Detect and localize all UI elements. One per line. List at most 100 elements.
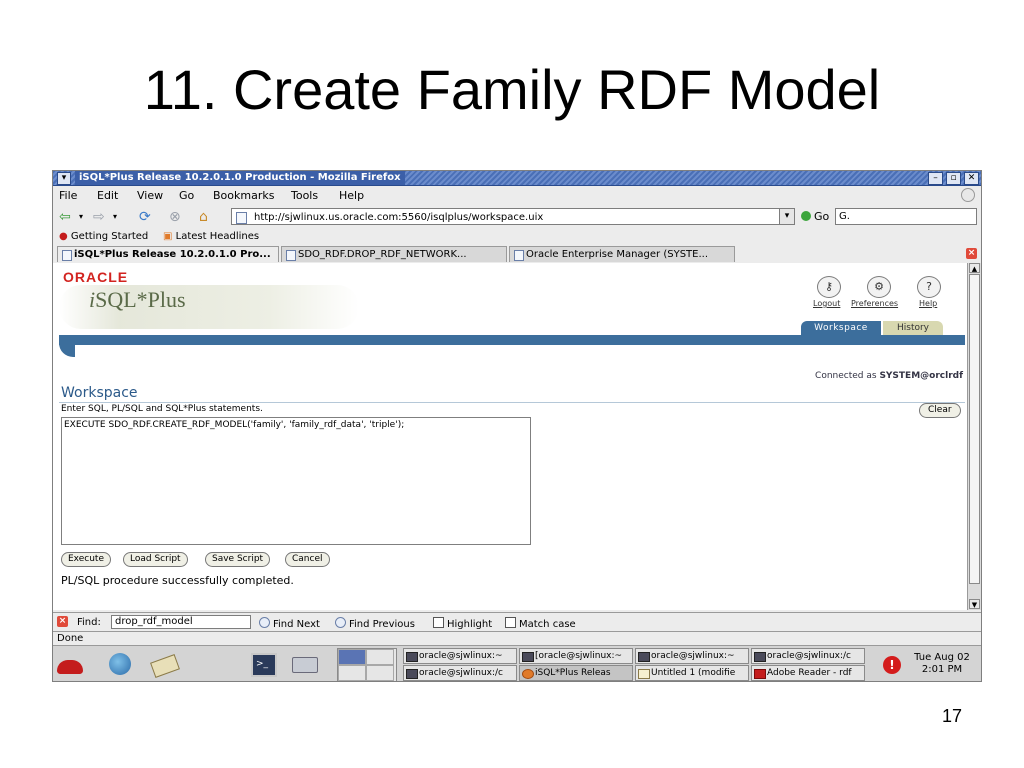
close-icon[interactable]: ✕ [964,172,979,185]
connected-prefix: Connected as [815,371,880,381]
task-terminal-1[interactable]: oracle@sjwlinux:~ [403,648,517,664]
task-terminal-2[interactable]: [oracle@sjwlinux:~ [519,648,633,664]
find-next-button[interactable]: Find Next [259,617,320,630]
preferences-link[interactable]: Preferences [851,299,898,308]
bookmark-getting-started[interactable]: ● Getting Started [59,231,148,242]
scroll-down-icon[interactable]: ▼ [969,599,980,609]
terminal-icon [754,652,766,662]
find-input[interactable]: drop_rdf_model [111,615,251,629]
task-label: Adobe Reader - rdf [767,668,852,678]
match-case-label: Match case [519,619,576,630]
throbber-icon [961,188,975,202]
help-icon[interactable]: ? [917,276,941,298]
page-icon [514,250,524,261]
close-tab-icon[interactable]: × [966,248,977,259]
find-bar: × Find: drop_rdf_model Find Next Find Pr… [53,612,981,631]
execute-button[interactable]: Execute [61,552,111,567]
task-label: [oracle@sjwlinux:~ [535,651,623,661]
scroll-up-icon[interactable]: ▲ [969,263,980,273]
checkbox-icon [505,617,516,628]
task-label: oracle@sjwlinux:/c [767,651,852,661]
update-alert-icon[interactable]: ! [883,656,901,674]
window-titlebar[interactable]: ▾ iSQL*Plus Release 10.2.0.1.0 Productio… [53,171,981,186]
tab-enterprise-manager[interactable]: Oracle Enterprise Manager (SYSTE... [509,246,735,262]
help-link[interactable]: Help [919,299,937,308]
find-previous-label: Find Previous [349,619,415,630]
cancel-button[interactable]: Cancel [285,552,330,567]
go-button[interactable]: Go [801,208,829,225]
clear-button[interactable]: Clear [919,403,961,418]
workspace-heading: Workspace [61,385,138,401]
find-previous-button[interactable]: Find Previous [335,617,415,630]
bookmarks-toolbar: ● Getting Started ▣ Latest Headlines [53,229,981,245]
menu-help[interactable]: Help [339,189,364,202]
forward-dropdown-icon[interactable]: ▾ [113,208,117,226]
url-dropdown-icon[interactable]: ▾ [779,208,795,225]
sql-textarea[interactable]: EXECUTE SDO_RDF.CREATE_RDF_MODEL('family… [61,417,531,545]
tab-history[interactable]: History [883,321,943,335]
load-script-button[interactable]: Load Script [123,552,188,567]
forward-icon[interactable]: ⇨ [93,208,105,226]
reload-icon[interactable]: ⟳ [139,208,151,226]
pager-workspace-4[interactable] [366,665,394,681]
task-label: Untitled 1 (modifie [651,668,736,678]
slide-title: 11. Create Family RDF Model [143,58,881,121]
desktop-screenshot: ▾ iSQL*Plus Release 10.2.0.1.0 Productio… [52,170,982,682]
back-dropdown-icon[interactable]: ▾ [79,208,83,226]
task-terminal-3[interactable]: oracle@sjwlinux:~ [635,648,749,664]
clock-day: Tue Aug 02 [914,652,970,663]
pager-workspace-3[interactable] [338,665,366,681]
terminal-launcher-icon[interactable]: >_ [247,650,277,678]
mail-launcher-icon[interactable] [149,650,180,678]
stop-icon[interactable]: ⊗ [169,208,181,226]
save-script-button[interactable]: Save Script [205,552,271,567]
tab-isqlplus[interactable]: iSQL*Plus Release 10.2.0.1.0 Pro... [57,246,279,262]
clock[interactable]: Tue Aug 02 2:01 PM [907,652,977,676]
bookmark-label: Getting Started [70,231,149,242]
menu-tools[interactable]: Tools [291,189,318,202]
preferences-icon[interactable]: ⚙ [867,276,891,298]
redhat-menu-icon[interactable] [55,650,85,678]
desktop-taskbar: >_ oracle@sjwlinux:~ [oracle@sjwlinux:~ … [53,645,981,681]
pager-workspace-1[interactable] [338,649,366,665]
back-icon[interactable]: ⇦ [59,208,71,226]
window-menu-icon[interactable]: ▾ [57,172,71,185]
page-icon [236,212,247,224]
clock-time: 2:01 PM [921,664,963,675]
menu-view[interactable]: View [137,189,163,202]
workspace-pager[interactable] [337,648,397,681]
highlight-button[interactable]: Highlight [433,617,492,630]
page-scrollbar[interactable]: ▲ ▼ [967,263,981,610]
task-terminal-5[interactable]: oracle@sjwlinux:/c [403,665,517,681]
task-untitled[interactable]: Untitled 1 (modifie [635,665,749,681]
minimize-icon[interactable]: – [928,172,943,185]
scroll-thumb[interactable] [969,274,980,584]
task-firefox[interactable]: iSQL*Plus Releas [519,665,633,681]
go-label: Go [814,210,830,223]
url-input[interactable]: http://sjwlinux.us.oracle.com:5560/isqlp… [231,208,783,225]
close-findbar-icon[interactable]: × [57,616,68,627]
logout-link[interactable]: Logout [813,299,840,308]
highlight-icon [433,617,444,628]
find-next-icon [259,617,270,628]
task-adobe-reader[interactable]: Adobe Reader - rdf [751,665,865,681]
menu-go[interactable]: Go [179,189,194,202]
status-bar: Done [53,631,981,645]
bookmark-latest-headlines[interactable]: ▣ Latest Headlines [163,231,259,242]
pager-workspace-2[interactable] [366,649,394,665]
tab-workspace[interactable]: Workspace [801,321,881,335]
task-label: oracle@sjwlinux:/c [419,668,504,678]
task-terminal-4[interactable]: oracle@sjwlinux:/c [751,648,865,664]
logout-icon[interactable]: ⚷ [817,276,841,298]
browser-launcher-icon[interactable] [105,650,135,678]
match-case-checkbox[interactable]: Match case [505,617,576,630]
maximize-icon[interactable]: ▫ [946,172,961,185]
menu-bookmarks[interactable]: Bookmarks [213,189,274,202]
home-icon[interactable]: ⌂ [199,208,208,226]
menu-file[interactable]: File [59,189,77,202]
tab-sdo-rdf[interactable]: SDO_RDF.DROP_RDF_NETWORK... [281,246,507,262]
search-input[interactable]: G. [835,208,977,225]
printer-launcher-icon[interactable] [289,650,319,678]
task-label: iSQL*Plus Releas [535,668,611,678]
menu-edit[interactable]: Edit [97,189,118,202]
